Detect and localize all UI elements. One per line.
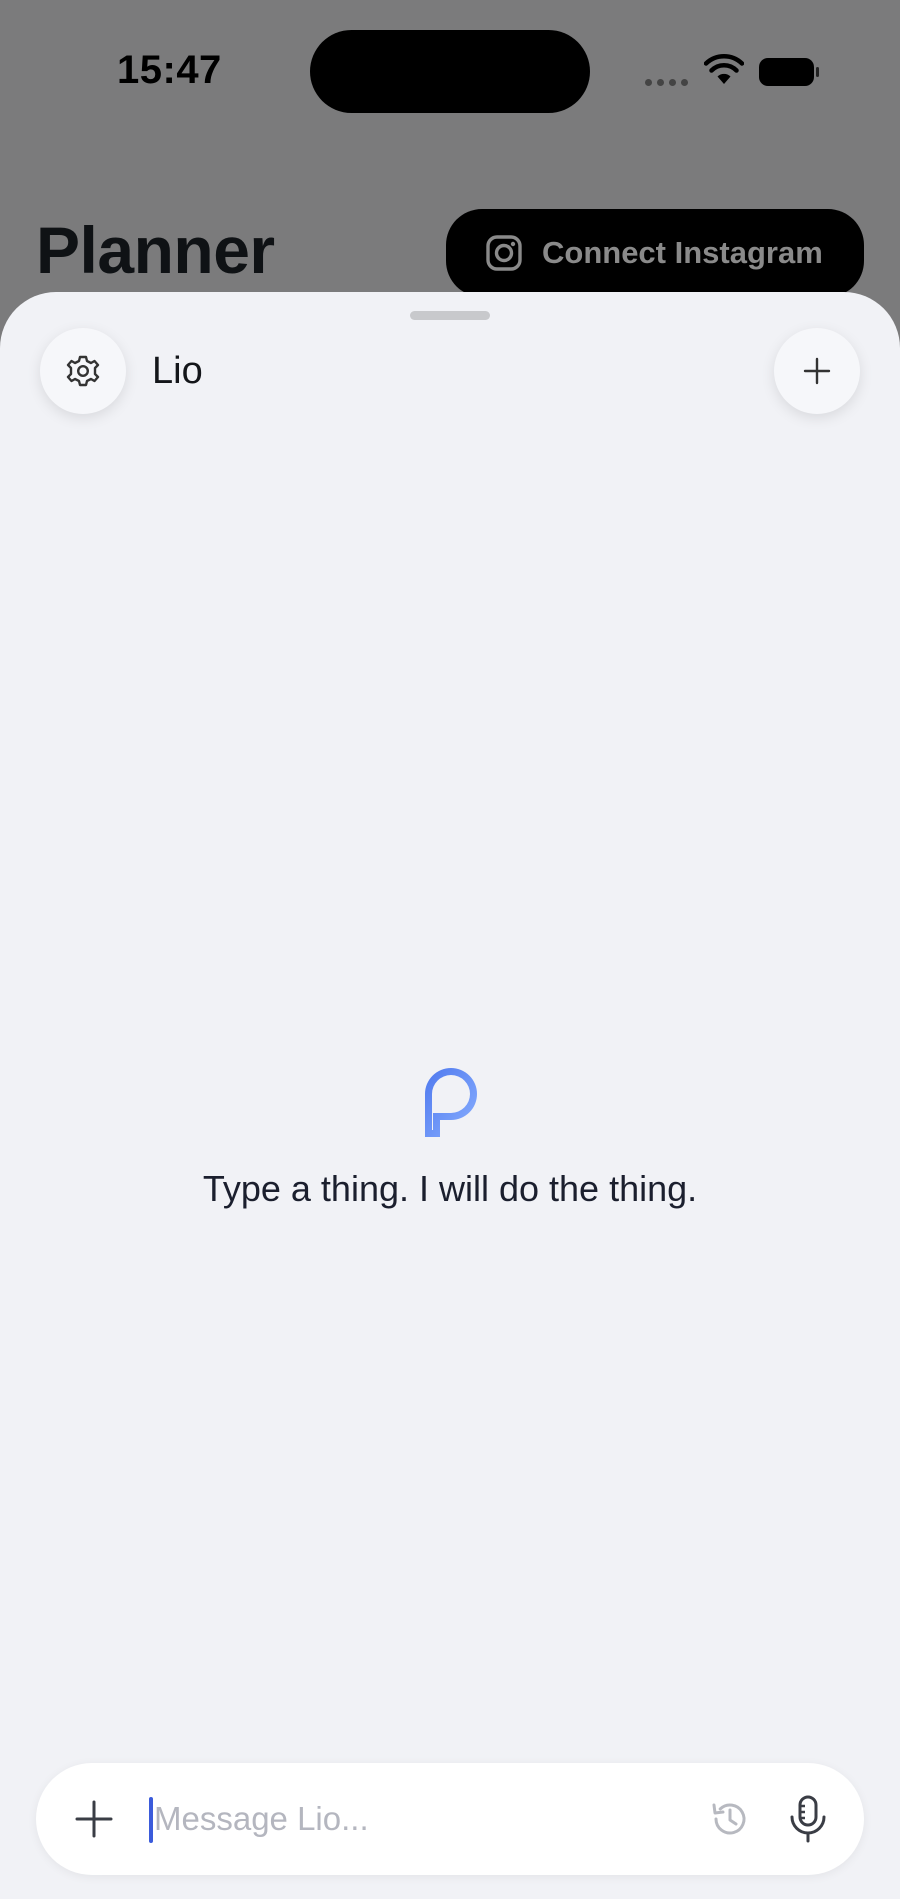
- empty-state-tagline: Type a thing. I will do the thing.: [202, 1168, 698, 1209]
- dynamic-island: [310, 30, 590, 113]
- message-input[interactable]: [154, 1785, 714, 1853]
- connect-instagram-button[interactable]: Connect Instagram: [446, 209, 864, 297]
- plus-icon: [803, 357, 831, 385]
- new-chat-button[interactable]: [774, 328, 860, 414]
- history-icon[interactable]: [708, 1797, 752, 1841]
- connect-instagram-label: Connect Instagram: [542, 235, 823, 270]
- gear-icon: [66, 355, 100, 387]
- lio-logo-icon: [425, 1068, 477, 1137]
- text-caret: [149, 1797, 153, 1843]
- wifi-icon: [704, 54, 744, 84]
- attach-plus-icon[interactable]: [72, 1797, 116, 1841]
- chat-sheet: Lio Type a thing. I will do the thing.: [0, 292, 900, 1899]
- page-title: Planner: [36, 213, 275, 287]
- microphone-icon[interactable]: [786, 1793, 830, 1845]
- message-composer: [36, 1763, 864, 1875]
- status-bar: 15:47: [0, 0, 900, 140]
- cellular-signal-icon: [645, 79, 688, 86]
- settings-button[interactable]: [40, 328, 126, 414]
- status-time: 15:47: [117, 48, 222, 92]
- sheet-grabber[interactable]: [410, 311, 490, 320]
- assistant-name: Lio: [152, 350, 203, 392]
- instagram-icon: [486, 235, 522, 271]
- battery-icon: [759, 58, 819, 86]
